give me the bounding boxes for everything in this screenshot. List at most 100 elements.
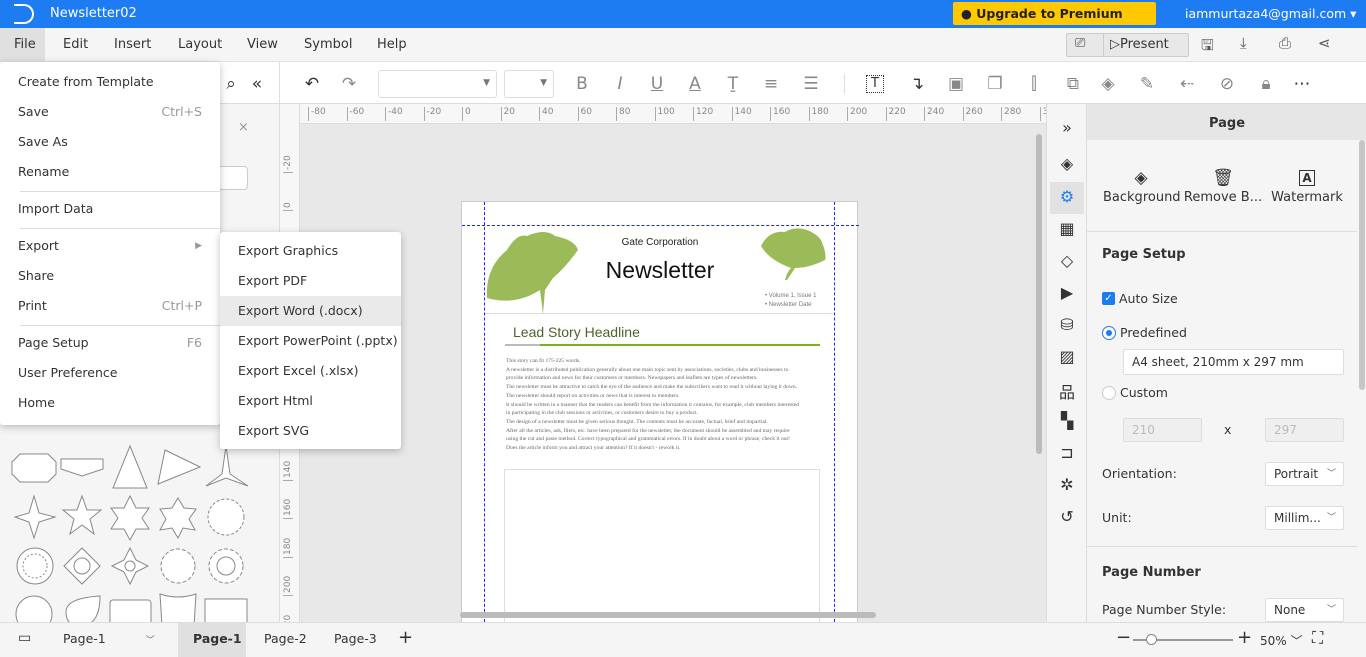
present-button[interactable]: ▷Present: [1103, 34, 1169, 56]
collapse-library-icon[interactable]: «: [246, 74, 268, 94]
export-item-export-pdf[interactable]: Export PDF: [220, 266, 401, 296]
add-page-icon[interactable]: +: [398, 627, 413, 648]
fullscreen-icon[interactable]: ⛶: [1312, 628, 1323, 648]
redo-icon[interactable]: ↷: [338, 74, 360, 94]
menu-item-import-data[interactable]: Import Data: [0, 194, 220, 224]
menu-item-save-as[interactable]: Save As: [0, 127, 220, 157]
text-box-icon[interactable]: T: [866, 75, 884, 93]
company-name[interactable]: Gate Corporation: [585, 237, 735, 248]
undo-icon[interactable]: ↶: [301, 74, 323, 94]
group-icon[interactable]: ⧉: [1062, 74, 1084, 94]
font-family-select[interactable]: ▼: [378, 70, 497, 98]
align-icon[interactable]: ≡: [760, 74, 782, 94]
page-select[interactable]: Page-1 ﹀: [63, 631, 155, 646]
auto-size-checkbox[interactable]: ✓: [1102, 292, 1115, 305]
paper-size-select[interactable]: A4 sheet, 210mm x 297 mm: [1123, 349, 1344, 375]
issue-info[interactable]: • Volume 1, Issue 1 • Newsletter Date: [765, 292, 816, 310]
menu-item-user-preference[interactable]: User Preference: [0, 358, 220, 388]
document-page[interactable]: Gate Corporation Newsletter • Volume 1, …: [461, 201, 859, 622]
underline-icon[interactable]: U: [646, 74, 668, 94]
menu-item-export[interactable]: Export ▶: [0, 231, 220, 261]
edit-shape-icon[interactable]: ⊘: [1216, 74, 1238, 94]
menu-item-page-setup[interactable]: Page Setup F6: [0, 328, 220, 358]
newsletter-title[interactable]: Newsletter: [575, 257, 745, 284]
italic-icon[interactable]: I: [609, 74, 631, 94]
zoom-in-icon[interactable]: +: [1237, 627, 1252, 648]
text-style-icon[interactable]: Ṯ: [722, 74, 744, 94]
tab-page-2[interactable]: Page-2: [264, 631, 307, 646]
presentation-screen-icon[interactable]: ⎚: [1075, 36, 1085, 51]
upgrade-button[interactable]: ● Upgrade to Premium Version: [953, 2, 1156, 44]
account-menu[interactable]: iammurtaza4@gmail.com ▾: [1185, 6, 1356, 21]
font-size-select[interactable]: ▼: [504, 70, 554, 98]
watermark-button[interactable]: A Watermark: [1267, 168, 1347, 205]
menu-file[interactable]: File: [14, 37, 36, 52]
connector-icon[interactable]: ↴: [906, 74, 928, 94]
expand-panel-icon[interactable]: »: [1057, 118, 1077, 138]
menu-symbol[interactable]: Symbol: [304, 37, 352, 52]
menu-edit[interactable]: Edit: [63, 37, 88, 52]
panel-scrollbar[interactable]: [1359, 140, 1365, 390]
background-button[interactable]: ◈ Background: [1103, 168, 1181, 205]
image-icon[interactable]: ▨: [1057, 347, 1077, 367]
download-icon[interactable]: ⤓: [1240, 34, 1247, 52]
fill-bucket-icon[interactable]: ◈: [1057, 154, 1077, 174]
export-item-export-svg[interactable]: Export SVG: [220, 416, 401, 446]
custom-height-input[interactable]: 297: [1265, 418, 1344, 442]
tab-page-3[interactable]: Page-3: [334, 631, 377, 646]
save-icon[interactable]: 🖫: [1201, 35, 1214, 60]
unit-select[interactable]: Millim... ﹀: [1265, 506, 1344, 530]
line-color-icon[interactable]: ✎: [1136, 74, 1158, 94]
export-item-export-word-docx[interactable]: Export Word (.docx): [220, 296, 401, 326]
custom-width-input[interactable]: 210: [1123, 418, 1202, 442]
content-box[interactable]: [504, 469, 820, 622]
menu-item-print[interactable]: Print Ctrl+P: [0, 291, 220, 321]
line-spacing-icon[interactable]: ☰: [800, 74, 822, 94]
custom-radio[interactable]: [1102, 386, 1116, 400]
bold-icon[interactable]: B: [571, 74, 593, 94]
layers-icon[interactable]: ◇: [1057, 251, 1077, 271]
horizontal-scrollbar[interactable]: [460, 612, 876, 618]
print-icon[interactable]: ⎙: [1279, 34, 1291, 52]
menu-item-save[interactable]: Save Ctrl+S: [0, 97, 220, 127]
menu-item-rename[interactable]: Rename: [0, 157, 220, 187]
connector-icon[interactable]: ⊐: [1057, 443, 1077, 463]
menu-insert[interactable]: Insert: [114, 37, 151, 52]
send-back-icon[interactable]: ❐: [984, 74, 1006, 94]
presentation-icon[interactable]: ▶: [1057, 283, 1077, 303]
bring-front-icon[interactable]: ▣: [945, 74, 967, 94]
page-number-style-select[interactable]: None ﹀: [1265, 598, 1344, 622]
line-style-icon[interactable]: ⇠: [1176, 74, 1198, 94]
grid-icon[interactable]: ▦: [1057, 219, 1077, 239]
page-settings-icon[interactable]: ⚙: [1057, 187, 1077, 207]
menu-view[interactable]: View: [247, 37, 278, 52]
menu-layout[interactable]: Layout: [178, 37, 222, 52]
story-body[interactable]: This story can fit 175-225 words. A newsl…: [506, 357, 799, 453]
menu-item-share[interactable]: Share: [0, 261, 220, 291]
export-item-export-powerpoint-pptx[interactable]: Export PowerPoint (.pptx): [220, 326, 401, 356]
align-objects-icon[interactable]: ⫿: [1023, 74, 1045, 94]
export-item-export-excel-xlsx[interactable]: Export Excel (.xlsx): [220, 356, 401, 386]
zoom-slider[interactable]: [1133, 634, 1233, 645]
remove-background-button[interactable]: 🗑︎ Remove B...: [1183, 168, 1263, 205]
zoom-slider-handle[interactable]: [1145, 634, 1157, 645]
zoom-level[interactable]: 50% ﹀: [1260, 632, 1303, 649]
menu-help[interactable]: Help: [377, 37, 407, 52]
menu-item-create-from-template[interactable]: Create from Template: [0, 67, 220, 97]
share-icon[interactable]: ⋖: [1318, 34, 1331, 52]
canvas[interactable]: Gate Corporation Newsletter • Volume 1, …: [300, 124, 1046, 622]
tab-page-1[interactable]: Page-1: [193, 631, 242, 646]
history-icon[interactable]: ↺: [1057, 507, 1077, 527]
close-icon[interactable]: ×: [238, 120, 249, 135]
export-item-export-html[interactable]: Export Html: [220, 386, 401, 416]
zoom-out-icon[interactable]: −: [1116, 627, 1131, 648]
vertical-scrollbar[interactable]: [1036, 134, 1042, 454]
predefined-radio[interactable]: [1102, 326, 1116, 340]
database-icon[interactable]: ⛁: [1057, 315, 1077, 335]
fill-icon[interactable]: ◈: [1097, 74, 1119, 94]
search-icon[interactable]: ⌕: [220, 74, 242, 94]
floor-plan-icon[interactable]: ▚: [1057, 411, 1077, 431]
lead-headline[interactable]: Lead Story Headline: [513, 324, 640, 340]
menu-item-home[interactable]: Home: [0, 388, 220, 418]
orientation-select[interactable]: Portrait ﹀: [1265, 462, 1344, 486]
